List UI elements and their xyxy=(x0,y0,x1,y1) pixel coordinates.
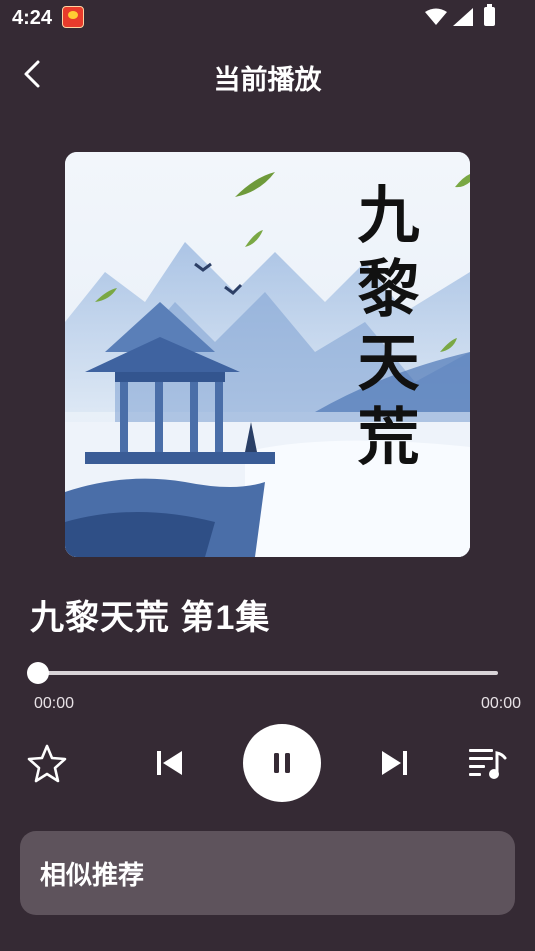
recommend-title: 相似推荐 xyxy=(40,860,145,890)
cellular-signal-icon xyxy=(453,8,473,26)
similar-recommendations-card[interactable]: 相似推荐 xyxy=(20,831,515,915)
header: 当前播放 xyxy=(0,48,535,100)
wifi-icon xyxy=(425,8,447,25)
skip-previous-icon xyxy=(157,751,182,775)
skip-next-icon xyxy=(382,751,407,775)
app-notification-icon xyxy=(62,6,84,28)
current-time: 00:00 xyxy=(34,695,75,712)
cover-title: 九黎天荒 xyxy=(347,182,420,478)
favorite-button[interactable] xyxy=(26,742,68,784)
cover-artwork: 九黎天荒 xyxy=(65,152,470,557)
battery-icon xyxy=(484,4,495,26)
star-icon xyxy=(27,744,67,783)
page-title: 当前播放 xyxy=(213,65,322,95)
status-icons xyxy=(425,8,473,26)
next-button[interactable] xyxy=(376,745,412,781)
progress-thumb[interactable] xyxy=(27,662,49,684)
previous-button[interactable] xyxy=(152,745,188,781)
playlist-button[interactable] xyxy=(466,743,508,783)
status-bar: 4:24 xyxy=(0,0,535,36)
pause-button[interactable] xyxy=(243,724,321,802)
progress-bar[interactable] xyxy=(38,671,498,675)
total-time: 00:00 xyxy=(480,695,521,712)
status-time: 4:24 xyxy=(12,7,53,29)
pause-icon xyxy=(274,753,290,773)
track-title: 九黎天荒 第1集 xyxy=(30,599,271,637)
playlist-icon xyxy=(469,749,507,779)
album-cover: 九黎天荒 xyxy=(65,152,470,557)
